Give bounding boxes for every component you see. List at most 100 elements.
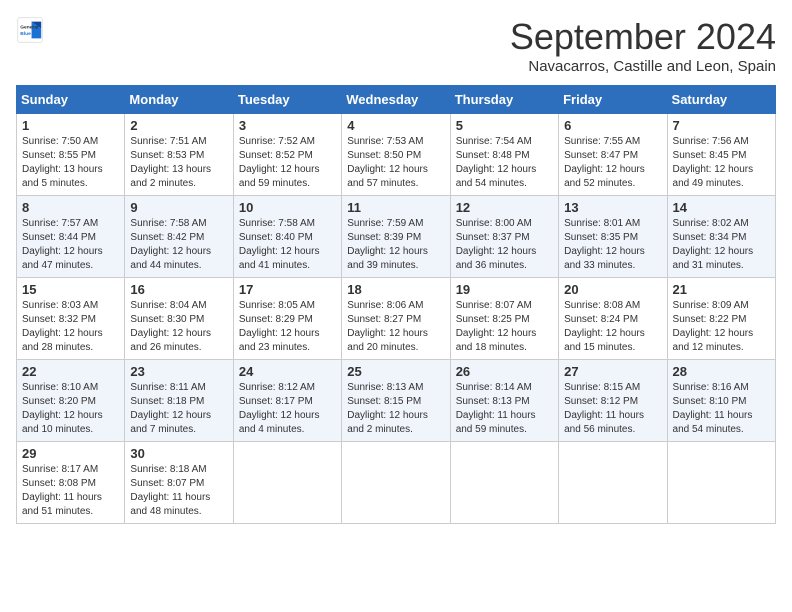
- calendar-cell: 13 Sunrise: 8:01 AM Sunset: 8:35 PM Dayli…: [559, 196, 667, 278]
- calendar-cell: 16 Sunrise: 8:04 AM Sunset: 8:30 PM Dayli…: [125, 278, 233, 360]
- day-details: Sunrise: 8:01 AM Sunset: 8:35 PM Dayligh…: [564, 217, 661, 273]
- day-details: Sunrise: 7:51 AM Sunset: 8:53 PM Dayligh…: [130, 135, 227, 191]
- calendar-cell: 4 Sunrise: 7:53 AM Sunset: 8:50 PM Daylig…: [342, 114, 450, 196]
- calendar-cell: [450, 442, 558, 524]
- calendar-cell: 27Sunrise: 8:15 AM Sunset: 8:12 PM Dayli…: [559, 360, 667, 442]
- day-number: 24: [239, 364, 336, 379]
- day-number: 25: [347, 364, 444, 379]
- day-details: Sunrise: 8:03 AM Sunset: 8:32 PM Dayligh…: [22, 299, 119, 355]
- calendar-cell: 22Sunrise: 8:10 AM Sunset: 8:20 PM Dayli…: [17, 360, 125, 442]
- day-details: Sunrise: 8:18 AM Sunset: 8:07 PM Dayligh…: [130, 463, 227, 519]
- calendar-cell: 7Sunrise: 7:56 AM Sunset: 8:45 PM Daylig…: [667, 114, 775, 196]
- day-details: Sunrise: 8:12 AM Sunset: 8:17 PM Dayligh…: [239, 381, 336, 437]
- month-title: September 2024: [510, 16, 776, 58]
- calendar-cell: 9 Sunrise: 7:58 AM Sunset: 8:42 PM Daylig…: [125, 196, 233, 278]
- calendar-cell: 30 Sunrise: 8:18 AM Sunset: 8:07 PM Dayli…: [125, 442, 233, 524]
- week-row-1: 8 Sunrise: 7:57 AM Sunset: 8:44 PM Daylig…: [17, 196, 776, 278]
- header-day-wednesday: Wednesday: [342, 86, 450, 114]
- week-row-3: 22Sunrise: 8:10 AM Sunset: 8:20 PM Dayli…: [17, 360, 776, 442]
- day-number: 29: [22, 446, 119, 461]
- day-number: 28: [673, 364, 770, 379]
- day-number: 12: [456, 200, 553, 215]
- calendar-cell: 18Sunrise: 8:06 AM Sunset: 8:27 PM Dayli…: [342, 278, 450, 360]
- day-details: Sunrise: 7:59 AM Sunset: 8:39 PM Dayligh…: [347, 217, 444, 273]
- calendar-cell: 11 Sunrise: 7:59 AM Sunset: 8:39 PM Dayli…: [342, 196, 450, 278]
- header-row: SundayMondayTuesdayWednesdayThursdayFrid…: [17, 86, 776, 114]
- calendar-table: SundayMondayTuesdayWednesdayThursdayFrid…: [16, 85, 776, 524]
- title-area: September 2024 Navacarros, Castille and …: [510, 16, 776, 75]
- calendar-cell: 23 Sunrise: 8:11 AM Sunset: 8:18 PM Dayli…: [125, 360, 233, 442]
- day-details: Sunrise: 7:58 AM Sunset: 8:40 PM Dayligh…: [239, 217, 336, 273]
- day-details: Sunrise: 7:57 AM Sunset: 8:44 PM Dayligh…: [22, 217, 119, 273]
- header-day-sunday: Sunday: [17, 86, 125, 114]
- day-details: Sunrise: 8:06 AM Sunset: 8:27 PM Dayligh…: [347, 299, 444, 355]
- day-number: 9: [130, 200, 227, 215]
- calendar-cell: 28 Sunrise: 8:16 AM Sunset: 8:10 PM Dayli…: [667, 360, 775, 442]
- calendar-cell: 2 Sunrise: 7:51 AM Sunset: 8:53 PM Daylig…: [125, 114, 233, 196]
- calendar-cell: 15 Sunrise: 8:03 AM Sunset: 8:32 PM Dayli…: [17, 278, 125, 360]
- day-details: Sunrise: 7:53 AM Sunset: 8:50 PM Dayligh…: [347, 135, 444, 191]
- day-number: 21: [673, 282, 770, 297]
- day-number: 22: [22, 364, 119, 379]
- calendar-cell: 24 Sunrise: 8:12 AM Sunset: 8:17 PM Dayli…: [233, 360, 341, 442]
- calendar-cell: 25 Sunrise: 8:13 AM Sunset: 8:15 PM Dayli…: [342, 360, 450, 442]
- header: General Blue September 2024 Navacarros, …: [16, 16, 776, 75]
- day-details: Sunrise: 8:02 AM Sunset: 8:34 PM Dayligh…: [673, 217, 770, 273]
- calendar-cell: [342, 442, 450, 524]
- day-number: 26: [456, 364, 553, 379]
- day-number: 2: [130, 118, 227, 133]
- calendar-cell: [559, 442, 667, 524]
- day-details: Sunrise: 8:13 AM Sunset: 8:15 PM Dayligh…: [347, 381, 444, 437]
- day-number: 15: [22, 282, 119, 297]
- day-details: Sunrise: 8:17 AM Sunset: 8:08 PM Dayligh…: [22, 463, 119, 519]
- header-day-thursday: Thursday: [450, 86, 558, 114]
- header-day-friday: Friday: [559, 86, 667, 114]
- week-row-0: 1Sunrise: 7:50 AM Sunset: 8:55 PM Daylig…: [17, 114, 776, 196]
- day-number: 1: [22, 118, 119, 133]
- calendar-cell: [667, 442, 775, 524]
- day-number: 16: [130, 282, 227, 297]
- day-details: Sunrise: 7:54 AM Sunset: 8:48 PM Dayligh…: [456, 135, 553, 191]
- calendar-cell: 5 Sunrise: 7:54 AM Sunset: 8:48 PM Daylig…: [450, 114, 558, 196]
- day-details: Sunrise: 8:04 AM Sunset: 8:30 PM Dayligh…: [130, 299, 227, 355]
- day-number: 8: [22, 200, 119, 215]
- location: Navacarros, Castille and Leon, Spain: [510, 58, 776, 75]
- day-number: 20: [564, 282, 661, 297]
- logo-icon: General Blue: [16, 16, 44, 44]
- calendar-cell: 26 Sunrise: 8:14 AM Sunset: 8:13 PM Dayli…: [450, 360, 558, 442]
- day-number: 11: [347, 200, 444, 215]
- calendar-cell: 6Sunrise: 7:55 AM Sunset: 8:47 PM Daylig…: [559, 114, 667, 196]
- day-details: Sunrise: 8:16 AM Sunset: 8:10 PM Dayligh…: [673, 381, 770, 437]
- day-number: 3: [239, 118, 336, 133]
- svg-text:General: General: [20, 25, 39, 31]
- day-details: Sunrise: 8:14 AM Sunset: 8:13 PM Dayligh…: [456, 381, 553, 437]
- day-number: 13: [564, 200, 661, 215]
- day-number: 5: [456, 118, 553, 133]
- calendar-cell: 17 Sunrise: 8:05 AM Sunset: 8:29 PM Dayli…: [233, 278, 341, 360]
- calendar-cell: 14Sunrise: 8:02 AM Sunset: 8:34 PM Dayli…: [667, 196, 775, 278]
- logo: General Blue: [16, 16, 48, 44]
- week-row-2: 15 Sunrise: 8:03 AM Sunset: 8:32 PM Dayli…: [17, 278, 776, 360]
- day-details: Sunrise: 8:07 AM Sunset: 8:25 PM Dayligh…: [456, 299, 553, 355]
- calendar-cell: 3Sunrise: 7:52 AM Sunset: 8:52 PM Daylig…: [233, 114, 341, 196]
- day-details: Sunrise: 8:00 AM Sunset: 8:37 PM Dayligh…: [456, 217, 553, 273]
- header-day-monday: Monday: [125, 86, 233, 114]
- day-number: 23: [130, 364, 227, 379]
- header-day-tuesday: Tuesday: [233, 86, 341, 114]
- day-details: Sunrise: 8:11 AM Sunset: 8:18 PM Dayligh…: [130, 381, 227, 437]
- day-number: 4: [347, 118, 444, 133]
- svg-text:Blue: Blue: [20, 31, 31, 37]
- day-number: 17: [239, 282, 336, 297]
- day-number: 30: [130, 446, 227, 461]
- day-details: Sunrise: 8:08 AM Sunset: 8:24 PM Dayligh…: [564, 299, 661, 355]
- calendar-cell: 29 Sunrise: 8:17 AM Sunset: 8:08 PM Dayli…: [17, 442, 125, 524]
- day-details: Sunrise: 8:05 AM Sunset: 8:29 PM Dayligh…: [239, 299, 336, 355]
- day-number: 7: [673, 118, 770, 133]
- day-number: 27: [564, 364, 661, 379]
- calendar-cell: 10Sunrise: 7:58 AM Sunset: 8:40 PM Dayli…: [233, 196, 341, 278]
- day-details: Sunrise: 7:58 AM Sunset: 8:42 PM Dayligh…: [130, 217, 227, 273]
- calendar-cell: 21Sunrise: 8:09 AM Sunset: 8:22 PM Dayli…: [667, 278, 775, 360]
- day-number: 19: [456, 282, 553, 297]
- header-day-saturday: Saturday: [667, 86, 775, 114]
- day-details: Sunrise: 7:55 AM Sunset: 8:47 PM Dayligh…: [564, 135, 661, 191]
